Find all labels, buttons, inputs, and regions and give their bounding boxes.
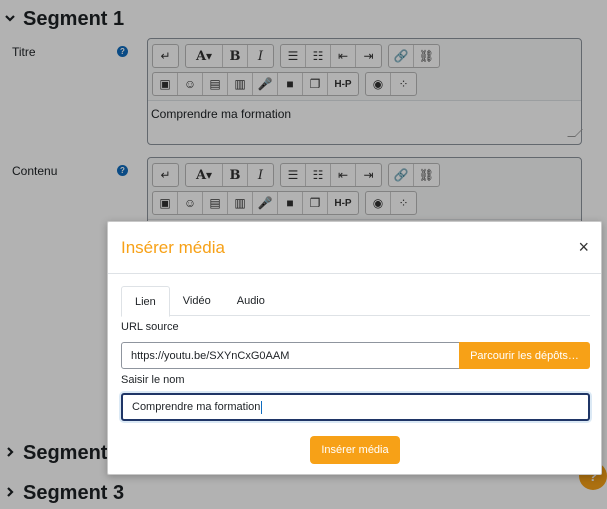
url-source-group: https://youtu.be/SXYnCxG0AAM Parcourir l… (121, 342, 590, 369)
name-label: Saisir le nom (121, 374, 185, 386)
insert-media-button[interactable]: Insérer média (310, 436, 400, 464)
url-source-value: https://youtu.be/SXYnCxG0AAM (131, 349, 290, 362)
name-value: Comprendre ma formation (132, 401, 261, 413)
text-caret (261, 400, 263, 414)
dialog-title: Insérer média (121, 238, 225, 257)
tab-video[interactable]: Vidéo (170, 286, 224, 316)
media-tabs: Lien Vidéo Audio (121, 286, 590, 317)
dialog-header: Insérer média × (108, 222, 601, 274)
close-icon[interactable]: × (578, 238, 589, 256)
name-group: Comprendre ma formation (121, 393, 590, 421)
url-source-input[interactable]: https://youtu.be/SXYnCxG0AAM (121, 342, 461, 369)
tab-lien[interactable]: Lien (121, 286, 170, 317)
name-input[interactable]: Comprendre ma formation (121, 393, 590, 421)
browse-repositories-button[interactable]: Parcourir les dépôts… (459, 342, 590, 369)
insert-media-dialog: Insérer média × Lien Vidéo Audio URL sou… (107, 221, 602, 475)
tab-audio[interactable]: Audio (224, 286, 278, 316)
url-source-label: URL source (121, 321, 179, 333)
